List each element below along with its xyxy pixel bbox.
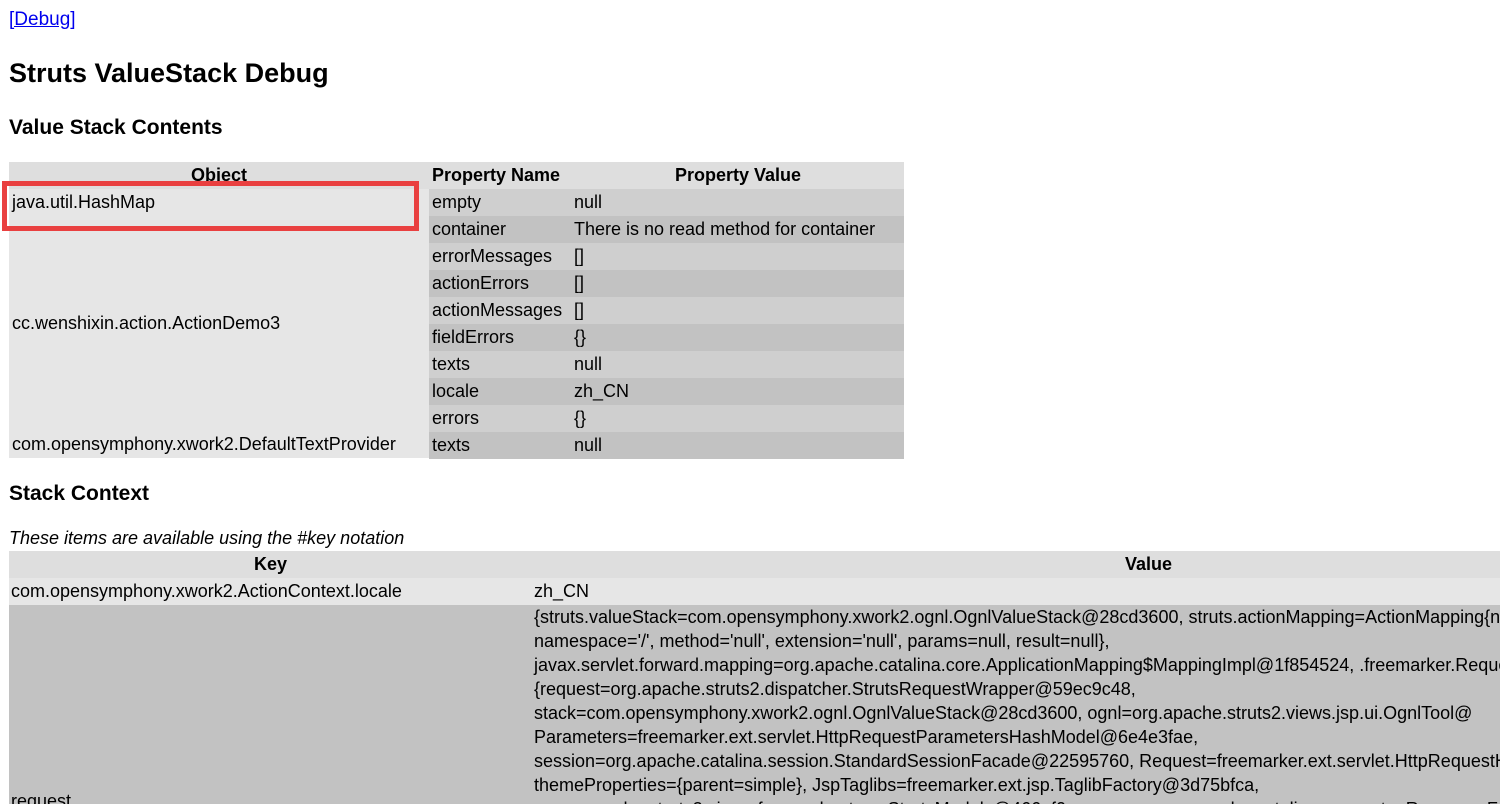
property-name: actionMessages — [432, 300, 563, 320]
object-name: com.opensymphony.xwork2.DefaultTextProvi… — [12, 434, 396, 454]
property-row: container There is no read method for con… — [429, 216, 904, 243]
property-name: fieldErrors — [432, 327, 515, 347]
property-name: actionErrors — [432, 273, 530, 293]
column-header-key: Key — [9, 551, 532, 578]
property-row: actionMessages [] — [429, 297, 904, 324]
property-name: texts — [432, 354, 471, 374]
property-row: actionErrors [] — [429, 270, 904, 297]
property-row: fieldErrors {} — [429, 324, 904, 351]
property-value: null — [574, 354, 603, 374]
table-row: com.opensymphony.xwork2.ActionContext.lo… — [9, 578, 1500, 605]
column-header-property-value: Property Value — [572, 162, 904, 189]
context-value-line: themeProperties={parent=simple}, JspTagl… — [534, 775, 1260, 795]
context-value-line: stack=com.opensymphony.xwork2.ognl.OgnlV… — [534, 703, 1473, 723]
property-value: [] — [574, 300, 585, 320]
object-name: cc.wenshixin.action.ActionDemo3 — [12, 313, 281, 333]
property-name: errorMessages — [432, 246, 553, 266]
object-cell-text-provider: com.opensymphony.xwork2.DefaultTextProvi… — [9, 431, 429, 458]
context-value-line: Parameters=freemarker.ext.servlet.HttpRe… — [534, 727, 1199, 747]
column-header-value: Value — [532, 551, 1500, 578]
property-value: {} — [574, 327, 587, 347]
context-key: request — [11, 791, 72, 804]
property-row: texts null — [429, 351, 904, 378]
property-value: zh_CN — [574, 381, 630, 401]
table-row: request {struts.valueStack=com.opensymph… — [9, 605, 1500, 804]
property-value: {} — [574, 408, 587, 428]
property-value: [] — [574, 273, 585, 293]
property-row: errors {} — [429, 405, 904, 432]
context-value: zh_CN — [534, 581, 590, 601]
context-value-line: s=org.apache.struts2.views.freemarker.ta… — [534, 797, 1500, 804]
property-row: locale zh_CN — [429, 378, 904, 405]
property-value: [] — [574, 246, 585, 266]
value-stack-heading: Value Stack Contents — [9, 116, 223, 139]
property-value: null — [574, 192, 603, 212]
property-name: errors — [432, 408, 480, 428]
context-value-line: {request=org.apache.struts2.dispatcher.S… — [534, 679, 1136, 699]
object-cell-action: cc.wenshixin.action.ActionDemo3 — [9, 216, 429, 431]
debug-link[interactable]: [Debug] — [9, 9, 76, 31]
context-value: {struts.valueStack=com.opensymphony.xwor… — [534, 605, 1500, 804]
page-title: Struts ValueStack Debug — [9, 58, 329, 88]
context-value-line: {struts.valueStack=com.opensymphony.xwor… — [534, 607, 1500, 627]
property-name: empty — [432, 192, 482, 212]
property-row: empty null — [429, 189, 904, 216]
property-value: null — [574, 435, 603, 455]
stack-context-note: These items are available using the #key… — [9, 528, 405, 548]
property-name: texts — [432, 435, 471, 455]
context-value-line: session=org.apache.catalina.session.Stan… — [534, 751, 1500, 771]
property-row: errorMessages [] — [429, 243, 904, 270]
property-row: texts null — [429, 432, 904, 459]
column-header-property-name: Property Name — [429, 162, 572, 189]
stack-context-heading: Stack Context — [9, 482, 150, 505]
property-name: locale — [432, 381, 480, 401]
highlight-box — [2, 181, 419, 231]
property-name: container — [432, 219, 507, 239]
property-value: There is no read method for container — [574, 219, 876, 239]
context-key: com.opensymphony.xwork2.ActionContext.lo… — [11, 581, 402, 601]
context-value-line: javax.servlet.forward.mapping=org.apache… — [534, 655, 1500, 675]
context-value-line: namespace='/', method='null', extension=… — [534, 631, 1110, 651]
